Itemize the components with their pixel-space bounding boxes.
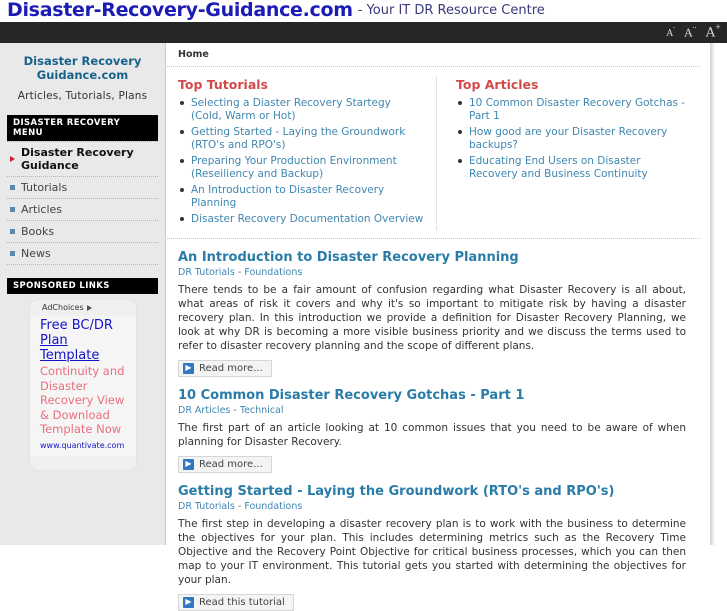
text-size-increase-button[interactable]: A+ bbox=[706, 23, 721, 39]
list-item[interactable]: Getting Started - Laying the Groundwork … bbox=[178, 126, 424, 151]
site-tagline: - Your IT DR Resource Centre bbox=[357, 3, 545, 18]
article-category[interactable]: DR Tutorials bbox=[178, 501, 235, 512]
article-entry: Getting Started - Laying the Groundwork … bbox=[167, 473, 700, 611]
adchoices-label: AdChoices bbox=[42, 303, 84, 312]
square-bullet-icon bbox=[10, 251, 15, 256]
top-tutorial-link[interactable]: Disaster Recovery Documentation Overview bbox=[191, 213, 423, 225]
sidebar-logo[interactable]: Disaster Recovery Guidance.com bbox=[0, 43, 165, 82]
top-lists-row: Top Tutorials Selecting a Diaster Recove… bbox=[167, 67, 700, 239]
page-root: Disaster-Recovery-Guidance.com - Your IT … bbox=[0, 0, 727, 611]
sidebar-item-label: Articles bbox=[21, 203, 63, 216]
play-arrow-icon: ▶ bbox=[183, 458, 194, 470]
read-more-button[interactable]: ▶ Read more... bbox=[178, 359, 272, 377]
top-articles-list: 10 Common Disaster Recovery Gotchas - Pa… bbox=[456, 97, 688, 180]
sidebar-item-news[interactable]: News bbox=[7, 243, 158, 265]
top-articles-heading: Top Articles bbox=[456, 77, 539, 92]
read-more-button[interactable]: ▶ Read more... bbox=[178, 455, 272, 473]
text-size-decrease-button[interactable]: A- bbox=[666, 24, 675, 39]
article-entry: An Introduction to Disaster Recovery Pla… bbox=[167, 239, 700, 377]
list-item[interactable]: Selecting a Diaster Recovery Startegy (C… bbox=[178, 97, 424, 122]
sidebar-item-label: Disaster Recovery Guidance bbox=[21, 146, 134, 172]
breadcrumb[interactable]: Home bbox=[167, 43, 700, 67]
article-subcategory[interactable]: Foundations bbox=[244, 501, 302, 512]
logo-line-2: Guidance.com bbox=[36, 68, 129, 82]
top-tutorial-link[interactable]: An Introduction to Disaster Recovery Pla… bbox=[191, 184, 384, 209]
ad-headline-underlined: Plan Template bbox=[40, 333, 100, 363]
utility-bar: A- A·· A+ bbox=[0, 22, 727, 43]
article-meta: DR Tutorials - Foundations bbox=[178, 267, 686, 278]
logo-line-1: Disaster Recovery bbox=[23, 54, 142, 68]
site-title: Disaster-Recovery-Guidance.com bbox=[7, 0, 353, 21]
sidebar-item-books[interactable]: Books bbox=[7, 221, 158, 243]
article-meta: DR Tutorials - Foundations bbox=[178, 501, 686, 512]
sidebar-item-label: News bbox=[21, 247, 51, 260]
list-item[interactable]: Educating End Users on Disaster Recovery… bbox=[456, 155, 688, 180]
square-bullet-icon bbox=[10, 229, 15, 234]
list-item[interactable]: How good are your Disaster Recovery back… bbox=[456, 126, 688, 151]
top-articles-column: Top Articles 10 Common Disaster Recovery… bbox=[437, 77, 700, 230]
menu-heading: DISASTER RECOVERY MENU bbox=[7, 115, 158, 141]
article-entry: 10 Common Disaster Recovery Gotchas - Pa… bbox=[167, 377, 700, 473]
ad-description: Continuity and Disaster Recovery View & … bbox=[40, 364, 125, 436]
article-summary: The first part of an article looking at … bbox=[178, 421, 686, 448]
article-summary: There tends to be a fair amount of confu… bbox=[178, 283, 686, 352]
article-title[interactable]: 10 Common Disaster Recovery Gotchas - Pa… bbox=[178, 388, 686, 403]
article-subcategory[interactable]: Foundations bbox=[244, 267, 302, 278]
logo-subtitle: Articles, Tutorials, Plans bbox=[17, 90, 148, 102]
read-more-label: Read more... bbox=[199, 458, 263, 470]
text-size-normal-button[interactable]: A·· bbox=[684, 24, 696, 38]
sidebar-menu: Disaster Recovery Guidance Tutorials Art… bbox=[7, 141, 158, 265]
adchoices-button[interactable]: AdChoices bbox=[30, 300, 136, 316]
sponsored-links-heading: SPONSORED LINKS bbox=[7, 278, 158, 294]
play-arrow-icon: ▶ bbox=[183, 596, 194, 608]
meta-separator: - bbox=[237, 500, 242, 512]
sidebar: Disaster Recovery Guidance.com Articles,… bbox=[0, 43, 166, 545]
sponsored-ad[interactable]: AdChoices Free BC/DR Plan Template Conti… bbox=[29, 299, 137, 471]
sidebar-item-tutorials[interactable]: Tutorials bbox=[7, 177, 158, 199]
ad-body: Free BC/DR Plan Template Continuity and … bbox=[30, 316, 136, 456]
meta-separator: - bbox=[237, 266, 242, 278]
top-tutorial-link[interactable]: Selecting a Diaster Recovery Startegy (C… bbox=[191, 97, 391, 122]
top-article-link[interactable]: Educating End Users on Disaster Recovery… bbox=[469, 155, 648, 180]
list-item[interactable]: Preparing Your Production Environment (R… bbox=[178, 155, 424, 180]
read-more-label: Read more... bbox=[199, 362, 263, 374]
article-title[interactable]: Getting Started - Laying the Groundwork … bbox=[178, 484, 686, 499]
top-tutorial-link[interactable]: Getting Started - Laying the Groundwork … bbox=[191, 126, 405, 151]
sidebar-item-disaster-recovery-guidance[interactable]: Disaster Recovery Guidance bbox=[7, 141, 158, 177]
article-category[interactable]: DR Articles bbox=[178, 405, 230, 416]
adchoices-triangle-icon bbox=[86, 304, 92, 311]
site-header: Disaster-Recovery-Guidance.com - Your IT … bbox=[0, 0, 727, 23]
main-content: Home Top Tutorials Selecting a Diaster R… bbox=[167, 43, 710, 611]
top-tutorials-column: Top Tutorials Selecting a Diaster Recove… bbox=[167, 77, 437, 230]
meta-separator: - bbox=[233, 404, 237, 416]
list-item[interactable]: An Introduction to Disaster Recovery Pla… bbox=[178, 184, 424, 209]
square-bullet-icon bbox=[10, 185, 15, 190]
article-category[interactable]: DR Tutorials bbox=[178, 267, 235, 278]
read-more-label: Read this tutorial bbox=[199, 596, 285, 608]
arrow-right-icon bbox=[10, 156, 15, 162]
play-arrow-icon: ▶ bbox=[183, 362, 194, 374]
list-item[interactable]: 10 Common Disaster Recovery Gotchas - Pa… bbox=[456, 97, 688, 122]
text-size-controls: A- A·· A+ bbox=[666, 22, 721, 43]
ad-url[interactable]: www.quantivate.com bbox=[40, 441, 128, 450]
article-summary: The first step in developing a disaster … bbox=[178, 517, 686, 586]
ad-headline[interactable]: Free BC/DR Plan Template bbox=[40, 318, 128, 363]
top-article-link[interactable]: How good are your Disaster Recovery back… bbox=[469, 126, 667, 151]
square-bullet-icon bbox=[10, 207, 15, 212]
top-article-link[interactable]: 10 Common Disaster Recovery Gotchas - Pa… bbox=[469, 97, 685, 122]
top-tutorials-list: Selecting a Diaster Recovery Startegy (C… bbox=[178, 97, 424, 226]
ad-headline-plain: Free BC/DR bbox=[40, 318, 113, 333]
article-subcategory[interactable]: Technical bbox=[240, 405, 284, 416]
page-frame: Disaster Recovery Guidance.com Articles,… bbox=[0, 43, 715, 611]
sidebar-item-label: Books bbox=[21, 225, 55, 238]
top-tutorials-heading: Top Tutorials bbox=[178, 77, 268, 92]
top-tutorial-link[interactable]: Preparing Your Production Environment (R… bbox=[191, 155, 397, 180]
read-this-tutorial-button[interactable]: ▶ Read this tutorial bbox=[178, 593, 294, 611]
article-meta: DR Articles - Technical bbox=[178, 405, 686, 416]
article-title[interactable]: An Introduction to Disaster Recovery Pla… bbox=[178, 250, 686, 265]
sidebar-item-label: Tutorials bbox=[21, 181, 68, 194]
sidebar-item-articles[interactable]: Articles bbox=[7, 199, 158, 221]
list-item[interactable]: Disaster Recovery Documentation Overview bbox=[178, 213, 424, 226]
